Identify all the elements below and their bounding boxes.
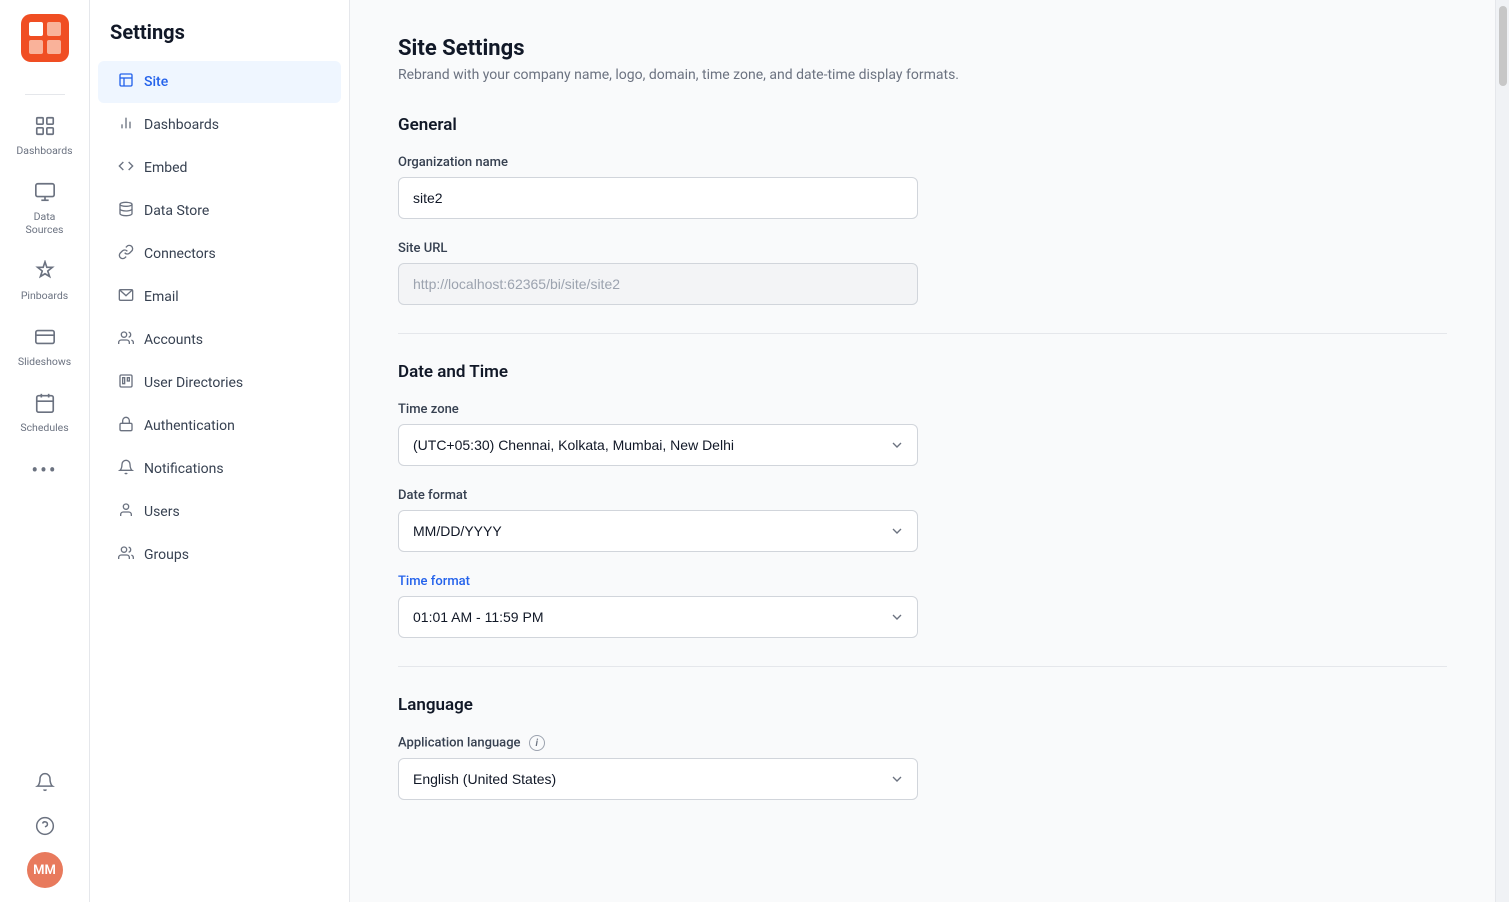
sidebar-item-user-directories-label: User Directories xyxy=(144,375,243,391)
right-scrollbar xyxy=(1495,0,1509,902)
sidebar-item-data-store[interactable]: Data Store xyxy=(98,190,341,232)
time-format-label: Time format xyxy=(398,574,1447,589)
date-time-section-title: Date and Time xyxy=(398,362,1447,382)
slideshows-icon xyxy=(34,326,56,351)
app-lang-label: Application language i xyxy=(398,735,1447,751)
sidebar-item-authentication[interactable]: Authentication xyxy=(98,405,341,447)
sidebar-item-users-label: Users xyxy=(144,504,180,520)
time-format-select[interactable]: 01:01 AM - 11:59 PM 00:01 - 23:59 xyxy=(398,596,918,638)
divider-general xyxy=(398,333,1447,334)
date-format-select[interactable]: MM/DD/YYYY DD/MM/YYYY YYYY-MM-DD xyxy=(398,510,918,552)
sidebar-item-authentication-label: Authentication xyxy=(144,418,235,434)
nav-item-pinboards-label: Pinboards xyxy=(21,289,68,302)
sidebar-item-data-store-label: Data Store xyxy=(144,203,209,219)
sidebar-title: Settings xyxy=(90,20,349,60)
authentication-icon xyxy=(118,416,134,436)
sidebar-item-notifications[interactable]: Notifications xyxy=(98,448,341,490)
site-icon xyxy=(118,72,134,92)
pinboards-icon xyxy=(34,260,56,285)
site-url-label: Site URL xyxy=(398,241,1447,256)
sidebar-item-user-directories[interactable]: User Directories xyxy=(98,362,341,404)
date-format-group: Date format MM/DD/YYYY DD/MM/YYYY YYYY-M… xyxy=(398,488,1447,552)
settings-sidebar: Settings Site Dashboards Embed xyxy=(90,0,350,902)
timezone-select[interactable]: (UTC+05:30) Chennai, Kolkata, Mumbai, Ne… xyxy=(398,424,918,466)
general-section-title: General xyxy=(398,115,1447,135)
user-directories-icon xyxy=(118,373,134,393)
sidebar-item-dashboards-label: Dashboards xyxy=(144,117,219,133)
timezone-label: Time zone xyxy=(398,402,1447,417)
help-button[interactable] xyxy=(27,808,63,844)
nav-item-data-sources[interactable]: Data Sources xyxy=(9,171,81,246)
connectors-icon xyxy=(118,244,134,264)
embed-icon xyxy=(118,158,134,178)
page-title: Site Settings xyxy=(398,36,1447,61)
nav-item-schedules[interactable]: Schedules xyxy=(9,382,81,444)
divider-datetime xyxy=(398,666,1447,667)
left-nav: Dashboards Data Sources Pinboards Slides… xyxy=(0,0,90,902)
email-icon xyxy=(118,287,134,307)
scrollbar-thumb[interactable] xyxy=(1499,6,1507,86)
app-lang-group: Application language i English (United S… xyxy=(398,735,1447,800)
org-name-input[interactable] xyxy=(398,177,918,219)
time-format-group: Time format 01:01 AM - 11:59 PM 00:01 - … xyxy=(398,574,1447,638)
sidebar-item-site[interactable]: Site xyxy=(98,61,341,103)
main-content: Site Settings Rebrand with your company … xyxy=(350,0,1495,902)
nav-bottom: MM xyxy=(27,764,63,888)
more-dots-icon: ••• xyxy=(31,458,57,482)
date-format-label: Date format xyxy=(398,488,1447,503)
sidebar-item-users[interactable]: Users xyxy=(98,491,341,533)
sidebar-item-groups-label: Groups xyxy=(144,547,189,563)
sidebar-item-email[interactable]: Email xyxy=(98,276,341,318)
sidebar-notifications-icon xyxy=(118,459,134,479)
sidebar-item-accounts-label: Accounts xyxy=(144,332,203,348)
sidebar-item-embed-label: Embed xyxy=(144,160,187,176)
nav-divider-top xyxy=(25,94,65,95)
nav-item-dashboards-label: Dashboards xyxy=(16,144,72,157)
nav-item-slideshows-label: Slideshows xyxy=(18,355,71,368)
nav-item-data-sources-label: Data Sources xyxy=(15,210,75,236)
org-name-group: Organization name xyxy=(398,155,1447,219)
site-url-group: Site URL xyxy=(398,241,1447,305)
sidebar-item-email-label: Email xyxy=(144,289,179,305)
users-icon xyxy=(118,502,134,522)
sidebar-item-embed[interactable]: Embed xyxy=(98,147,341,189)
nav-item-more[interactable]: ••• xyxy=(9,448,81,492)
data-store-icon xyxy=(118,201,134,221)
site-url-input xyxy=(398,263,918,305)
sidebar-item-connectors[interactable]: Connectors xyxy=(98,233,341,275)
app-logo[interactable] xyxy=(21,14,69,62)
org-name-label: Organization name xyxy=(398,155,1447,170)
timezone-group: Time zone (UTC+05:30) Chennai, Kolkata, … xyxy=(398,402,1447,466)
nav-item-dashboards[interactable]: Dashboards xyxy=(9,105,81,167)
dashboards-icon xyxy=(34,115,56,140)
language-section-title: Language xyxy=(398,695,1447,715)
user-avatar[interactable]: MM xyxy=(27,852,63,888)
nav-item-schedules-label: Schedules xyxy=(20,421,68,434)
accounts-icon xyxy=(118,330,134,350)
nav-item-slideshows[interactable]: Slideshows xyxy=(9,316,81,378)
sidebar-item-notifications-label: Notifications xyxy=(144,461,224,477)
app-lang-select[interactable]: English (United States) French German Sp… xyxy=(398,758,918,800)
sidebar-item-site-label: Site xyxy=(144,74,168,90)
schedules-icon xyxy=(34,392,56,417)
page-subtitle: Rebrand with your company name, logo, do… xyxy=(398,67,1447,83)
notifications-bell-button[interactable] xyxy=(27,764,63,800)
sidebar-item-dashboards[interactable]: Dashboards xyxy=(98,104,341,146)
sidebar-item-accounts[interactable]: Accounts xyxy=(98,319,341,361)
app-lang-info-icon[interactable]: i xyxy=(529,735,545,751)
data-sources-icon xyxy=(34,181,56,206)
sidebar-dashboards-icon xyxy=(118,115,134,135)
nav-item-pinboards[interactable]: Pinboards xyxy=(9,250,81,312)
sidebar-item-groups[interactable]: Groups xyxy=(98,534,341,576)
sidebar-item-connectors-label: Connectors xyxy=(144,246,216,262)
groups-icon xyxy=(118,545,134,565)
